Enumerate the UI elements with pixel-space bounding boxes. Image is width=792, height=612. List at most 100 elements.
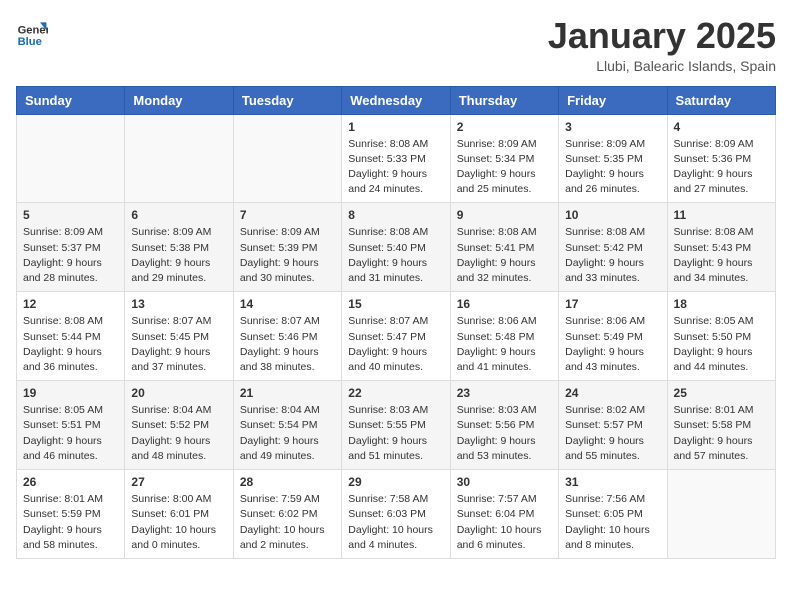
weekday-header-monday: Monday [125,86,233,114]
calendar-cell: 8 Sunrise: 8:08 AM Sunset: 5:40 PM Daylig… [342,203,450,292]
day-number: 16 [457,297,552,311]
day-number: 25 [674,386,769,400]
day-info: Sunrise: 8:05 AM Sunset: 5:51 PM Dayligh… [23,403,118,464]
calendar-cell [667,470,775,559]
calendar-cell: 11 Sunrise: 8:08 AM Sunset: 5:43 PM Dayli… [667,203,775,292]
calendar-cell: 23Sunrise: 8:03 AM Sunset: 5:56 PM Dayli… [450,381,558,470]
day-info: Sunrise: 8:09 AM Sunset: 5:37 PM Dayligh… [23,225,118,286]
day-info: Sunrise: 8:06 AM Sunset: 5:48 PM Dayligh… [457,314,552,375]
day-info: Sunrise: 8:04 AM Sunset: 5:52 PM Dayligh… [131,403,226,464]
day-info: Sunrise: 8:08 AM Sunset: 5:40 PM Dayligh… [348,225,443,286]
day-number: 29 [348,475,443,489]
day-number: 14 [240,297,335,311]
day-info: Sunrise: 8:02 AM Sunset: 5:57 PM Dayligh… [565,403,660,464]
calendar-cell: 6 Sunrise: 8:09 AM Sunset: 5:38 PM Daylig… [125,203,233,292]
day-info: Sunrise: 8:08 AM Sunset: 5:33 PM Dayligh… [348,137,443,198]
weekday-header-tuesday: Tuesday [233,86,341,114]
day-info: Sunrise: 8:09 AM Sunset: 5:35 PM Dayligh… [565,137,660,198]
day-number: 5 [23,208,118,222]
day-number: 2 [457,120,552,134]
weekday-header-saturday: Saturday [667,86,775,114]
calendar-cell [125,114,233,203]
weekday-header-row: SundayMondayTuesdayWednesdayThursdayFrid… [17,86,776,114]
calendar-cell: 9 Sunrise: 8:08 AM Sunset: 5:41 PM Daylig… [450,203,558,292]
calendar-cell: 24 Sunrise: 8:02 AM Sunset: 5:57 PM Dayli… [559,381,667,470]
day-info: Sunrise: 8:03 AM Sunset: 5:55 PM Dayligh… [348,403,443,464]
day-info: Sunrise: 8:09 AM Sunset: 5:38 PM Dayligh… [131,225,226,286]
day-number: 8 [348,208,443,222]
calendar-week-row: 12 Sunrise: 8:08 AM Sunset: 5:44 PM Dayli… [17,292,776,381]
day-info: Sunrise: 8:09 AM Sunset: 5:36 PM Dayligh… [674,137,769,198]
logo: General Blue [16,16,48,48]
day-info: Sunrise: 7:56 AM Sunset: 6:05 PM Dayligh… [565,492,660,553]
day-number: 20 [131,386,226,400]
day-info: Sunrise: 7:58 AM Sunset: 6:03 PM Dayligh… [348,492,443,553]
weekday-header-thursday: Thursday [450,86,558,114]
day-number: 9 [457,208,552,222]
day-number: 6 [131,208,226,222]
calendar-cell: 3 Sunrise: 8:09 AM Sunset: 5:35 PM Daylig… [559,114,667,203]
day-info: Sunrise: 8:08 AM Sunset: 5:42 PM Dayligh… [565,225,660,286]
calendar-cell: 28 Sunrise: 7:59 AM Sunset: 6:02 PM Dayli… [233,470,341,559]
day-info: Sunrise: 8:01 AM Sunset: 5:59 PM Dayligh… [23,492,118,553]
day-info: Sunrise: 8:04 AM Sunset: 5:54 PM Dayligh… [240,403,335,464]
day-info: Sunrise: 8:06 AM Sunset: 5:49 PM Dayligh… [565,314,660,375]
day-info: Sunrise: 8:01 AM Sunset: 5:58 PM Dayligh… [674,403,769,464]
day-info: Sunrise: 8:03 AM Sunset: 5:56 PM Dayligh… [457,403,552,464]
calendar-body: 1 Sunrise: 8:08 AM Sunset: 5:33 PM Daylig… [17,114,776,558]
day-number: 7 [240,208,335,222]
day-info: Sunrise: 8:07 AM Sunset: 5:47 PM Dayligh… [348,314,443,375]
day-info: Sunrise: 8:08 AM Sunset: 5:43 PM Dayligh… [674,225,769,286]
calendar-cell: 20 Sunrise: 8:04 AM Sunset: 5:52 PM Dayli… [125,381,233,470]
day-info: Sunrise: 7:57 AM Sunset: 6:04 PM Dayligh… [457,492,552,553]
calendar-cell: 4 Sunrise: 8:09 AM Sunset: 5:36 PM Daylig… [667,114,775,203]
day-number: 30 [457,475,552,489]
weekday-header-friday: Friday [559,86,667,114]
day-info: Sunrise: 8:00 AM Sunset: 6:01 PM Dayligh… [131,492,226,553]
day-number: 12 [23,297,118,311]
day-number: 3 [565,120,660,134]
weekday-header-wednesday: Wednesday [342,86,450,114]
calendar-cell [233,114,341,203]
day-number: 31 [565,475,660,489]
day-info: Sunrise: 8:09 AM Sunset: 5:34 PM Dayligh… [457,137,552,198]
title-block: January 2025 Llubi, Balearic Islands, Sp… [548,16,776,74]
calendar-table: SundayMondayTuesdayWednesdayThursdayFrid… [16,86,776,559]
calendar-header: SundayMondayTuesdayWednesdayThursdayFrid… [17,86,776,114]
day-info: Sunrise: 8:08 AM Sunset: 5:44 PM Dayligh… [23,314,118,375]
calendar-cell: 30 Sunrise: 7:57 AM Sunset: 6:04 PM Dayli… [450,470,558,559]
calendar-cell: 31 Sunrise: 7:56 AM Sunset: 6:05 PM Dayli… [559,470,667,559]
calendar-cell: 1 Sunrise: 8:08 AM Sunset: 5:33 PM Daylig… [342,114,450,203]
day-number: 28 [240,475,335,489]
calendar-cell: 17Sunrise: 8:06 AM Sunset: 5:49 PM Dayli… [559,292,667,381]
month-title: January 2025 [548,16,776,56]
calendar-week-row: 19 Sunrise: 8:05 AM Sunset: 5:51 PM Dayli… [17,381,776,470]
day-info: Sunrise: 8:05 AM Sunset: 5:50 PM Dayligh… [674,314,769,375]
calendar-cell: 25 Sunrise: 8:01 AM Sunset: 5:58 PM Dayli… [667,381,775,470]
calendar-cell [17,114,125,203]
page-header: General Blue January 2025 Llubi, Baleari… [16,16,776,74]
logo-icon: General Blue [16,16,48,48]
day-info: Sunrise: 8:07 AM Sunset: 5:46 PM Dayligh… [240,314,335,375]
day-info: Sunrise: 8:09 AM Sunset: 5:39 PM Dayligh… [240,225,335,286]
calendar-cell: 29 Sunrise: 7:58 AM Sunset: 6:03 PM Dayli… [342,470,450,559]
day-number: 4 [674,120,769,134]
calendar-cell: 10Sunrise: 8:08 AM Sunset: 5:42 PM Dayli… [559,203,667,292]
day-info: Sunrise: 8:08 AM Sunset: 5:41 PM Dayligh… [457,225,552,286]
calendar-cell: 12 Sunrise: 8:08 AM Sunset: 5:44 PM Dayli… [17,292,125,381]
day-number: 18 [674,297,769,311]
calendar-cell: 19 Sunrise: 8:05 AM Sunset: 5:51 PM Dayli… [17,381,125,470]
day-number: 11 [674,208,769,222]
day-number: 26 [23,475,118,489]
day-info: Sunrise: 7:59 AM Sunset: 6:02 PM Dayligh… [240,492,335,553]
day-number: 24 [565,386,660,400]
day-number: 19 [23,386,118,400]
day-info: Sunrise: 8:07 AM Sunset: 5:45 PM Dayligh… [131,314,226,375]
location: Llubi, Balearic Islands, Spain [548,58,776,74]
calendar-cell: 15Sunrise: 8:07 AM Sunset: 5:47 PM Dayli… [342,292,450,381]
calendar-cell: 27Sunrise: 8:00 AM Sunset: 6:01 PM Dayli… [125,470,233,559]
calendar-cell: 21Sunrise: 8:04 AM Sunset: 5:54 PM Dayli… [233,381,341,470]
calendar-cell: 13Sunrise: 8:07 AM Sunset: 5:45 PM Dayli… [125,292,233,381]
day-number: 1 [348,120,443,134]
calendar-cell: 7 Sunrise: 8:09 AM Sunset: 5:39 PM Daylig… [233,203,341,292]
